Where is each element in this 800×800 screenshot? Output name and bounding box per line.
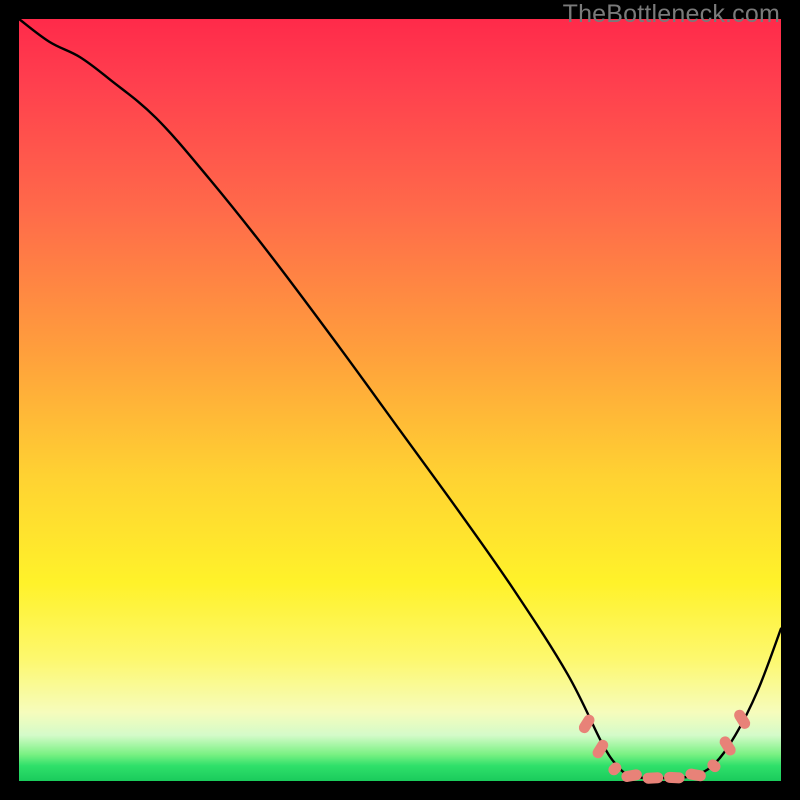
chart-svg <box>19 19 781 781</box>
dash-marker <box>664 772 685 784</box>
dash-marker <box>642 772 663 784</box>
bottleneck-curve <box>19 19 781 778</box>
dash-marker <box>685 768 707 782</box>
dash-marker <box>606 760 623 777</box>
chart-plot-area <box>19 19 781 781</box>
dash-marker <box>590 738 610 761</box>
dash-marker <box>705 757 723 774</box>
dash-markers-group <box>577 708 752 784</box>
watermark-text: TheBottleneck.com <box>563 0 780 29</box>
dash-marker <box>621 768 643 782</box>
chart-stage: TheBottleneck.com <box>0 0 800 800</box>
